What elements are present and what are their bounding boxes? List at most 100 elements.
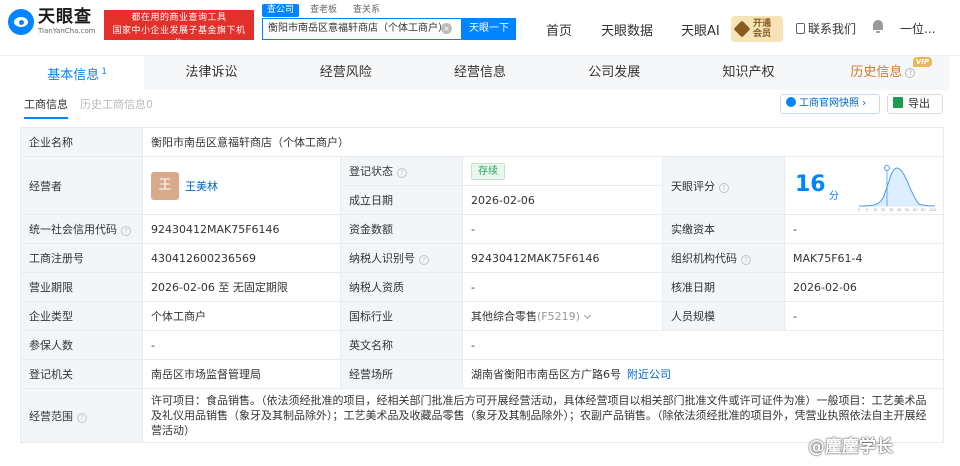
tab-business-risk[interactable]: 经营风险: [279, 56, 413, 90]
score-label: 天眼评分?: [662, 156, 785, 215]
term-label: 营业期限: [20, 272, 143, 302]
english-name-label: 英文名称: [340, 330, 463, 360]
authority-value: 南岳区市场监督管理局: [142, 359, 341, 389]
svg-text:20: 20: [881, 208, 885, 212]
tab-basic-info[interactable]: 基本信息 1: [10, 56, 145, 90]
taxpayer-id-value: 92430412MAK75F6146: [462, 243, 663, 273]
export-label: 导出: [908, 97, 930, 110]
score-cell[interactable]: 16 分 0 5 10 20 30 40 50 60 80 100: [784, 156, 944, 215]
industry-cell[interactable]: 其他综合零售(F5219): [462, 301, 663, 331]
svg-text:100: 100: [929, 208, 936, 212]
subtab-business-info[interactable]: 工商信息: [24, 96, 68, 119]
tab-label: 历史信息: [850, 65, 903, 80]
capital-label: 资金数额: [340, 214, 463, 244]
search-tab-company[interactable]: 查公司: [262, 4, 300, 17]
industry-value: 其他综合零售: [471, 310, 537, 323]
logo[interactable]: 天眼查 TianYanCha.com: [8, 8, 96, 36]
user-menu[interactable]: 一位...: [900, 20, 935, 37]
logo-name: 天眼查: [38, 7, 92, 27]
taxpayer-qual-value: -: [462, 272, 663, 302]
search-tab-boss[interactable]: 查老板: [305, 4, 342, 17]
tab-label: 基本信息: [47, 68, 100, 83]
search-input[interactable]: 衡阳市南岳区意福轩商店（个体工商户）: [262, 18, 462, 40]
established-label: 成立日期: [340, 185, 463, 215]
reg-status-label: 登记状态?: [340, 156, 463, 186]
reg-status-cell: 存续: [462, 156, 663, 186]
tab-development[interactable]: 公司发展: [547, 56, 681, 90]
reg-no-label: 工商注册号: [20, 243, 143, 273]
paid-capital-value: -: [784, 214, 944, 244]
taxpayer-qual-label: 纳税人资质: [340, 272, 463, 302]
help-icon: ?: [397, 168, 407, 178]
svg-text:60: 60: [913, 208, 917, 212]
reg-no-value: 430412600236569: [142, 243, 341, 273]
taxpayer-id-label: 纳税人识别号?: [340, 243, 463, 273]
staff-value: -: [784, 301, 944, 331]
capital-value: -: [462, 214, 663, 244]
nav-tianyan-data[interactable]: 天眼数据: [601, 20, 653, 39]
vip-label-line1: 开通: [753, 19, 772, 29]
insured-value: -: [142, 330, 341, 360]
vip-label-line2: 会员: [753, 29, 772, 39]
type-label: 企业类型: [20, 301, 143, 331]
credit-code-value: 92430412MAK75F6146: [142, 214, 341, 244]
subtab-history-business-info[interactable]: 历史工商信息0: [80, 96, 153, 119]
tab-count: 1: [101, 67, 108, 77]
company-name-value: 衡阳市南岳区意福轩商店（个体工商户）: [142, 127, 944, 157]
english-name-value: -: [462, 330, 944, 360]
slogan-line2: 国家中小企业发展子基金旗下机构: [112, 26, 246, 49]
snapshot-label: 工商官网快照: [799, 98, 859, 109]
org-code-label: 组织机构代码?: [662, 243, 785, 273]
score-unit: 分: [829, 191, 839, 202]
business-info-table: 企业名称 衡阳市南岳区意福轩商店（个体工商户） 经营者 王王美林 登记状态? 存…: [20, 127, 944, 443]
svg-text:30: 30: [889, 208, 893, 212]
address-cell: 湖南省衡阳市南岳区方广路6号 附近公司: [462, 359, 944, 389]
help-icon: ?: [905, 68, 916, 78]
slogan-line1: 都在用的商业查询工具: [131, 13, 227, 23]
tab-history[interactable]: 历史信息? VIP: [816, 56, 950, 90]
approved-value: 2026-02-06: [784, 272, 944, 302]
tab-business-info[interactable]: 经营信息: [413, 56, 547, 90]
excel-icon: [893, 97, 903, 108]
search-tab-relation[interactable]: 查关系: [348, 4, 385, 17]
search-type-tabs: 查公司 查老板 查关系: [262, 4, 385, 17]
org-code-value: MAK75F61-4: [784, 243, 944, 273]
help-icon: ?: [121, 226, 131, 236]
official-snapshot-button[interactable]: 工商官网快照 ›: [780, 94, 880, 114]
operator-name-link[interactable]: 王美林: [185, 180, 218, 193]
avatar: 王: [151, 171, 179, 200]
nearby-companies-link[interactable]: 附近公司: [627, 368, 671, 381]
help-icon: ?: [719, 182, 729, 193]
export-button[interactable]: 导出: [887, 94, 943, 114]
credit-code-label: 统一社会信用代码?: [20, 214, 143, 244]
slogan-banner: 都在用的商业查询工具 国家中小企业发展子基金旗下机构: [104, 10, 254, 49]
nav-home[interactable]: 首页: [546, 20, 572, 39]
contact-label: 联系我们: [808, 22, 857, 36]
paid-capital-label: 实缴资本: [662, 214, 785, 244]
operator-cell: 王王美林: [142, 156, 341, 215]
svg-text:40: 40: [897, 208, 901, 212]
help-icon: ?: [419, 255, 429, 265]
term-value: 2026-02-06 至 无固定期限: [142, 272, 341, 302]
notification-bell-icon[interactable]: [872, 20, 884, 33]
score-distribution-chart: 0 5 10 20 30 40 50 60 80 100: [858, 165, 936, 212]
tab-ip[interactable]: 知识产权: [681, 56, 815, 90]
clear-search-icon[interactable]: ×: [441, 23, 452, 34]
staff-label: 人员规模: [662, 301, 785, 331]
status-badge: 存续: [471, 162, 505, 180]
svg-text:80: 80: [921, 208, 925, 212]
help-icon: ?: [741, 255, 751, 265]
authority-label: 登记机关: [20, 359, 143, 389]
vip-membership-button[interactable]: 开通 会员: [731, 16, 783, 42]
top-header: 天眼查 TianYanCha.com 都在用的商业查询工具 国家中小企业发展子基…: [0, 0, 960, 56]
tab-legal[interactable]: 法律诉讼: [144, 56, 278, 90]
search-button[interactable]: 天眼一下: [462, 18, 516, 40]
insured-label: 参保人数: [20, 330, 143, 360]
nav-tianyan-ai[interactable]: 天眼AI: [681, 20, 720, 39]
contact-us-link[interactable]: 联系我们: [796, 20, 856, 37]
logo-domain: TianYanCha.com: [38, 27, 96, 35]
industry-label: 国标行业: [340, 301, 463, 331]
svg-text:50: 50: [905, 208, 909, 212]
svg-text:0: 0: [858, 208, 860, 212]
company-name-label: 企业名称: [20, 127, 143, 157]
